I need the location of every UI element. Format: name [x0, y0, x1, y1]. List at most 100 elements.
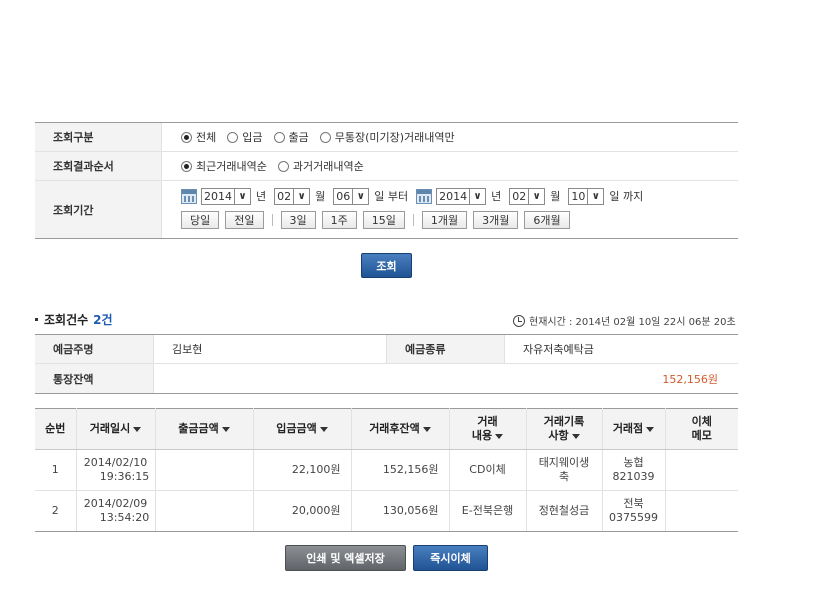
to-year-select[interactable]: 2014 ∨	[436, 187, 487, 205]
select-value: 10	[571, 189, 586, 203]
divider	[412, 214, 414, 226]
period-6months-button[interactable]: 6개월	[524, 211, 570, 229]
cell-deposit: 20,000원	[253, 490, 352, 532]
col-desc-sortable[interactable]: 거래 내용	[449, 408, 527, 450]
sort-down-icon[interactable]	[221, 426, 230, 432]
from-day-select[interactable]: 06 ∨	[333, 187, 370, 205]
col-date-sortable[interactable]: 거래일시	[76, 408, 156, 450]
select-value: 06	[336, 189, 351, 203]
print-excel-button[interactable]: 인쇄 및 엑셀저장	[285, 545, 406, 571]
radio-label: 전체	[196, 131, 217, 144]
cell-balance: 152,156원	[351, 449, 450, 491]
radio-icon[interactable]	[227, 131, 239, 143]
cell-deposit: 22,100원	[253, 449, 352, 491]
branch-text: 0375599	[609, 511, 658, 524]
col-withdraw-sortable[interactable]: 출금금액	[155, 408, 254, 450]
header-label: 입금금액	[276, 422, 317, 435]
radio-deposit[interactable]: 입금	[227, 129, 263, 145]
cell-no: 1	[35, 449, 77, 491]
sort-down-icon[interactable]	[319, 426, 328, 432]
balance-label: 통장잔액	[35, 364, 154, 393]
radio-withdraw[interactable]: 출금	[273, 129, 309, 145]
radio-passbook-only[interactable]: 무통장(미기장)거래내역만	[319, 129, 455, 145]
quick-period-buttons: 당일 전일 3일 1주 15일 1개월 3개월 6개월	[181, 210, 576, 230]
radio-icon[interactable]	[181, 131, 192, 143]
cell-memo	[665, 490, 738, 532]
radio-all[interactable]: 전체	[181, 129, 216, 145]
header-label: 거래기록	[543, 415, 585, 428]
sort-down-icon[interactable]	[495, 433, 504, 439]
radio-label: 무통장(미기장)거래내역만	[334, 131, 455, 144]
select-value: 2014	[439, 189, 468, 203]
period-today-button[interactable]: 당일	[181, 211, 220, 229]
calendar-icon[interactable]	[416, 188, 433, 204]
branch-text: 821039	[612, 470, 655, 483]
chevron-down-icon[interactable]: ∨	[587, 188, 603, 204]
sort-down-icon[interactable]	[133, 426, 142, 432]
record-text: 축	[558, 470, 570, 483]
period-row: 조회기간 2014 ∨ 년 02 ∨ 월 06 ∨ 일 부터 2014 ∨ 년 02 ∨ …	[35, 181, 738, 238]
current-time-text: 현재시간 : 2014년 02월 10일 22시 06분 20초	[529, 317, 736, 328]
chevron-down-icon[interactable]: ∨	[469, 188, 485, 204]
to-month-select[interactable]: 02 ∨	[509, 187, 546, 205]
account-type-label: 예금종류	[387, 335, 505, 363]
period-3days-button[interactable]: 3일	[280, 211, 316, 229]
count-value: 2건	[93, 313, 113, 327]
header-label: 거래점	[612, 422, 644, 435]
select-value: 02	[277, 189, 292, 203]
sort-down-icon[interactable]	[571, 433, 580, 439]
cell-no: 2	[35, 490, 77, 532]
sort-down-icon[interactable]	[422, 426, 431, 432]
chevron-down-icon[interactable]: ∨	[352, 188, 368, 204]
count-label: 조회건수	[44, 313, 89, 327]
col-deposit-sortable[interactable]: 입금금액	[253, 408, 352, 450]
date-text: 2014/02/10	[83, 456, 148, 469]
period-1month-button[interactable]: 1개월	[421, 211, 468, 229]
cell-desc: CD이체	[449, 449, 527, 491]
col-record-sortable[interactable]: 거래기록 사항	[526, 408, 603, 450]
from-year-select[interactable]: 2014 ∨	[201, 187, 251, 205]
chevron-down-icon[interactable]: ∨	[528, 188, 544, 204]
cell-withdraw	[155, 449, 254, 491]
radio-label: 출금	[288, 131, 309, 144]
radio-icon[interactable]	[319, 131, 331, 143]
period-15days-button[interactable]: 15일	[362, 211, 405, 229]
clock-icon	[513, 314, 525, 327]
unit-label: 월	[315, 190, 326, 203]
from-month-select[interactable]: 02 ∨	[274, 187, 311, 205]
to-day-select[interactable]: 10 ∨	[568, 187, 605, 205]
cell-date: 2014/02/10 19:36:15	[76, 449, 156, 491]
header-label: 순번	[45, 422, 66, 435]
radio-label: 최근거래내역순	[196, 160, 267, 173]
radio-icon[interactable]	[277, 160, 289, 172]
table-row: 2 2014/02/09 13:54:20 20,000원 130,056원 E-…	[35, 490, 738, 532]
radio-recent-first[interactable]: 최근거래내역순	[181, 158, 267, 174]
col-no: 순번	[35, 408, 77, 450]
type-label: 조회구분	[35, 123, 162, 151]
chevron-down-icon[interactable]: ∨	[234, 188, 250, 204]
unit-label: 일 부터	[374, 190, 409, 203]
select-value: 2014	[204, 189, 232, 203]
search-button[interactable]: 조회	[361, 253, 412, 278]
header-label: 메모	[691, 429, 712, 442]
radio-icon[interactable]	[273, 131, 285, 143]
calendar-icon[interactable]	[181, 188, 197, 204]
period-yesterday-button[interactable]: 전일	[225, 211, 264, 229]
instant-transfer-button[interactable]: 즉시이체	[413, 545, 488, 571]
cell-branch: 농협 821039	[602, 449, 666, 491]
period-1week-button[interactable]: 1주	[321, 211, 357, 229]
col-branch-sortable[interactable]: 거래점	[602, 408, 666, 450]
bullet-icon	[35, 318, 38, 321]
radio-icon[interactable]	[181, 160, 192, 172]
cell-date: 2014/02/09 13:54:20	[76, 490, 156, 532]
col-balance-sortable[interactable]: 거래후잔액	[351, 408, 450, 450]
period-3months-button[interactable]: 3개월	[473, 211, 519, 229]
col-memo: 이체 메모	[665, 408, 738, 450]
table-row: 1 2014/02/10 19:36:15 22,100원 152,156원 CD…	[35, 449, 738, 491]
order-row: 조회결과순서 최근거래내역순 과거거래내역순	[35, 152, 738, 181]
balance-value: 152,156원	[662, 372, 718, 386]
unit-label: 년	[491, 190, 502, 203]
sort-down-icon[interactable]	[646, 426, 655, 432]
chevron-down-icon[interactable]: ∨	[293, 188, 309, 204]
radio-oldest-first[interactable]: 과거거래내역순	[277, 158, 364, 174]
